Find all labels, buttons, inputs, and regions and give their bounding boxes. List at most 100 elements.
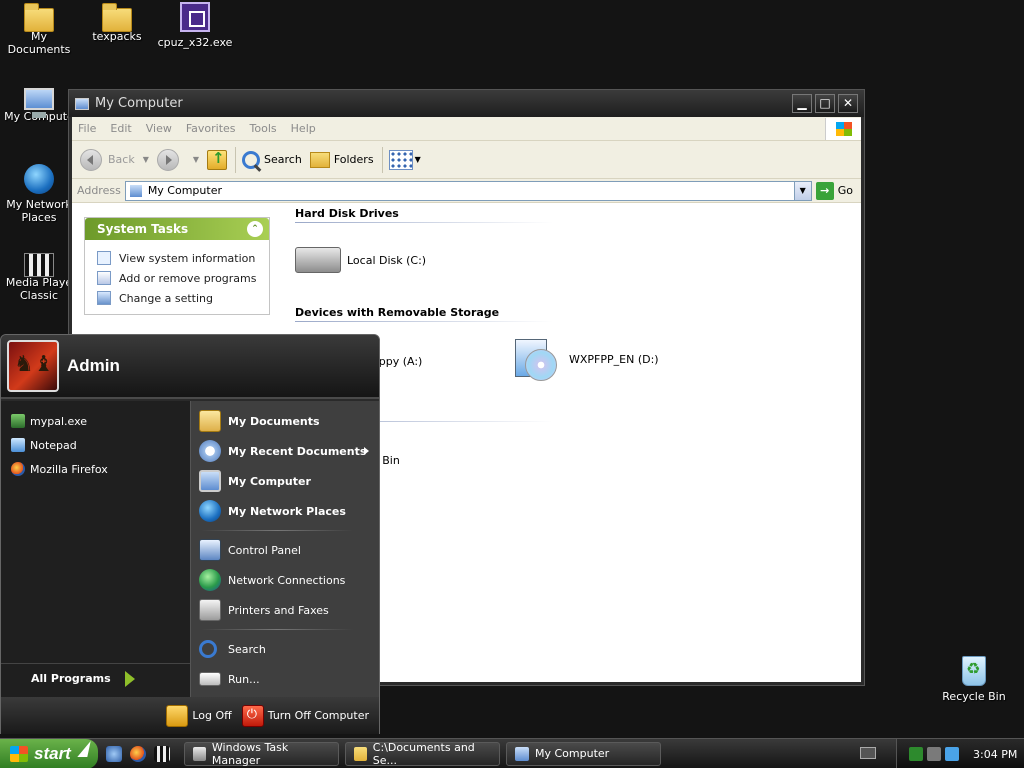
menu-control-panel[interactable]: Control Panel bbox=[191, 535, 379, 565]
forward-dropdown-icon[interactable]: ▼ bbox=[193, 155, 199, 164]
taskbar-button-task-manager[interactable]: Windows Task Manager bbox=[184, 741, 339, 767]
power-icon bbox=[241, 704, 264, 727]
my-computer-icon bbox=[515, 746, 529, 761]
printer-icon bbox=[199, 599, 221, 621]
menu-my-documents[interactable]: My Documents bbox=[191, 406, 379, 436]
pinned-programs: mypal.exe Notepad Mozilla Firefox All Pr… bbox=[1, 401, 190, 697]
menu-file[interactable]: File bbox=[78, 122, 96, 135]
drive-local-disk-c[interactable]: Local Disk (C:) bbox=[295, 247, 426, 273]
start-menu-footer: Log Off Turn Off Computer bbox=[1, 697, 379, 734]
up-folder-icon[interactable] bbox=[207, 149, 228, 170]
my-documents-icon bbox=[199, 410, 221, 432]
collapse-chevron-icon[interactable]: ⌃ bbox=[247, 221, 263, 237]
address-input[interactable]: My Computer ▼ bbox=[124, 180, 812, 201]
window-titlebar[interactable]: My Computer ▁ □ ✕ bbox=[69, 90, 864, 117]
network-globe-icon bbox=[199, 500, 221, 522]
menu-favorites[interactable]: Favorites bbox=[186, 122, 236, 135]
task-manager-icon bbox=[193, 746, 206, 761]
system-tasks-header[interactable]: System Tasks ⌃ bbox=[85, 218, 269, 240]
menu-printers-faxes[interactable]: Printers and Faxes bbox=[191, 595, 379, 625]
control-panel-icon bbox=[199, 539, 221, 561]
back-dropdown-icon[interactable]: ▼ bbox=[143, 155, 149, 164]
address-bar: Address My Computer ▼ → Go bbox=[72, 179, 861, 203]
toolbar-separator bbox=[235, 146, 237, 173]
back-button[interactable]: Back bbox=[80, 148, 135, 171]
user-avatar[interactable] bbox=[7, 340, 59, 392]
menu-help[interactable]: Help bbox=[291, 122, 316, 135]
media-player-icon[interactable] bbox=[154, 745, 170, 762]
my-computer-icon bbox=[75, 97, 89, 110]
forward-button[interactable] bbox=[156, 148, 185, 171]
firefox-icon[interactable] bbox=[130, 745, 146, 762]
forward-arrow-icon bbox=[156, 148, 179, 171]
menu-my-computer[interactable]: My Computer bbox=[191, 466, 379, 496]
close-button[interactable]: ✕ bbox=[838, 94, 858, 113]
group-hard-disk-drives: Hard Disk Drives bbox=[295, 207, 399, 220]
address-label: Address bbox=[77, 184, 121, 197]
menu-view[interactable]: View bbox=[146, 122, 172, 135]
run-icon bbox=[199, 672, 221, 686]
go-button[interactable]: → Go bbox=[815, 181, 853, 200]
my-documents-icon bbox=[24, 3, 54, 32]
toolbar: Back ▼ ▼ Search Folders ▼ bbox=[72, 141, 861, 179]
desktop-icon-my-documents[interactable]: My Documents bbox=[0, 2, 78, 56]
tray-tools-icon[interactable] bbox=[927, 747, 941, 761]
desktop-icon-my-computer[interactable]: My Compute bbox=[0, 84, 78, 123]
menu-my-network-places[interactable]: My Network Places bbox=[191, 496, 379, 526]
go-arrow-icon: → bbox=[815, 181, 834, 200]
toolbar-separator bbox=[381, 146, 383, 173]
windows-logo-icon bbox=[10, 745, 28, 762]
program-firefox[interactable]: Mozilla Firefox bbox=[1, 457, 190, 481]
drive-cd-d[interactable]: WXPFPP_EN (D:) bbox=[515, 335, 659, 383]
user-name: Admin bbox=[67, 356, 120, 375]
group-divider bbox=[295, 321, 553, 322]
start-menu-header: Admin bbox=[1, 335, 379, 399]
views-button[interactable]: ▼ bbox=[388, 149, 421, 170]
search-button[interactable]: Search bbox=[242, 150, 302, 169]
menu-network-connections[interactable]: Network Connections bbox=[191, 565, 379, 595]
program-notepad[interactable]: Notepad bbox=[1, 433, 190, 457]
submenu-arrow-icon bbox=[364, 447, 369, 455]
all-programs-button[interactable]: All Programs bbox=[1, 663, 190, 693]
task-add-remove-programs[interactable]: Add or remove programs bbox=[97, 268, 269, 288]
show-desktop-icon[interactable] bbox=[106, 745, 122, 762]
taskbar-button-documents-folder[interactable]: C:\Documents and Se... bbox=[345, 741, 500, 767]
back-arrow-icon bbox=[80, 148, 102, 171]
my-computer-icon bbox=[129, 184, 142, 197]
views-dropdown-icon: ▼ bbox=[414, 155, 421, 164]
desktop-icon-media-player[interactable]: Media Playe Classic bbox=[0, 248, 78, 302]
menu-bar: File Edit View Favorites Tools Help bbox=[72, 117, 861, 141]
desktop-icon-recycle-bin[interactable]: Recycle Bin bbox=[935, 656, 1013, 703]
desktop-icon-texpacks[interactable]: texpacks bbox=[78, 2, 156, 43]
task-change-setting[interactable]: Change a setting bbox=[97, 288, 269, 308]
taskbar: start Windows Task Manager C:\Documents … bbox=[0, 738, 1024, 768]
start-menu: Admin mypal.exe Notepad Mozilla Firefox … bbox=[0, 334, 380, 734]
address-dropdown-icon[interactable]: ▼ bbox=[793, 181, 811, 200]
turn-off-computer-button[interactable]: Turn Off Computer bbox=[241, 704, 369, 727]
menu-my-recent-documents[interactable]: My Recent Documents bbox=[191, 436, 379, 466]
keyboard-layout-icon[interactable] bbox=[860, 747, 876, 759]
desktop-icon-network-places[interactable]: My Network Places bbox=[0, 164, 78, 224]
volume-icon[interactable] bbox=[945, 747, 959, 761]
views-icon bbox=[388, 149, 413, 170]
menu-edit[interactable]: Edit bbox=[110, 122, 131, 135]
maximize-button[interactable]: □ bbox=[815, 94, 835, 113]
all-programs-arrow-icon bbox=[124, 670, 135, 687]
menu-tools[interactable]: Tools bbox=[250, 122, 277, 135]
firefox-icon bbox=[11, 462, 25, 476]
tray-app-icon[interactable] bbox=[909, 747, 923, 761]
taskbar-button-my-computer[interactable]: My Computer bbox=[506, 741, 661, 766]
key-icon bbox=[166, 704, 189, 727]
recycle-bin-icon bbox=[962, 656, 986, 686]
task-view-system-info[interactable]: View system information bbox=[97, 248, 269, 268]
menu-run[interactable]: Run... bbox=[191, 664, 379, 694]
minimize-button[interactable]: ▁ bbox=[792, 94, 812, 113]
desktop-icon-cpuz[interactable]: cpuz_x32.exe bbox=[156, 2, 234, 49]
program-mypal[interactable]: mypal.exe bbox=[1, 409, 190, 433]
folders-button[interactable]: Folders bbox=[309, 151, 374, 168]
search-icon bbox=[242, 150, 261, 169]
log-off-button[interactable]: Log Off bbox=[166, 704, 232, 727]
menu-search[interactable]: Search bbox=[191, 634, 379, 664]
clock[interactable]: 3:04 PM bbox=[973, 748, 1017, 761]
cd-drive-icon bbox=[515, 335, 563, 383]
